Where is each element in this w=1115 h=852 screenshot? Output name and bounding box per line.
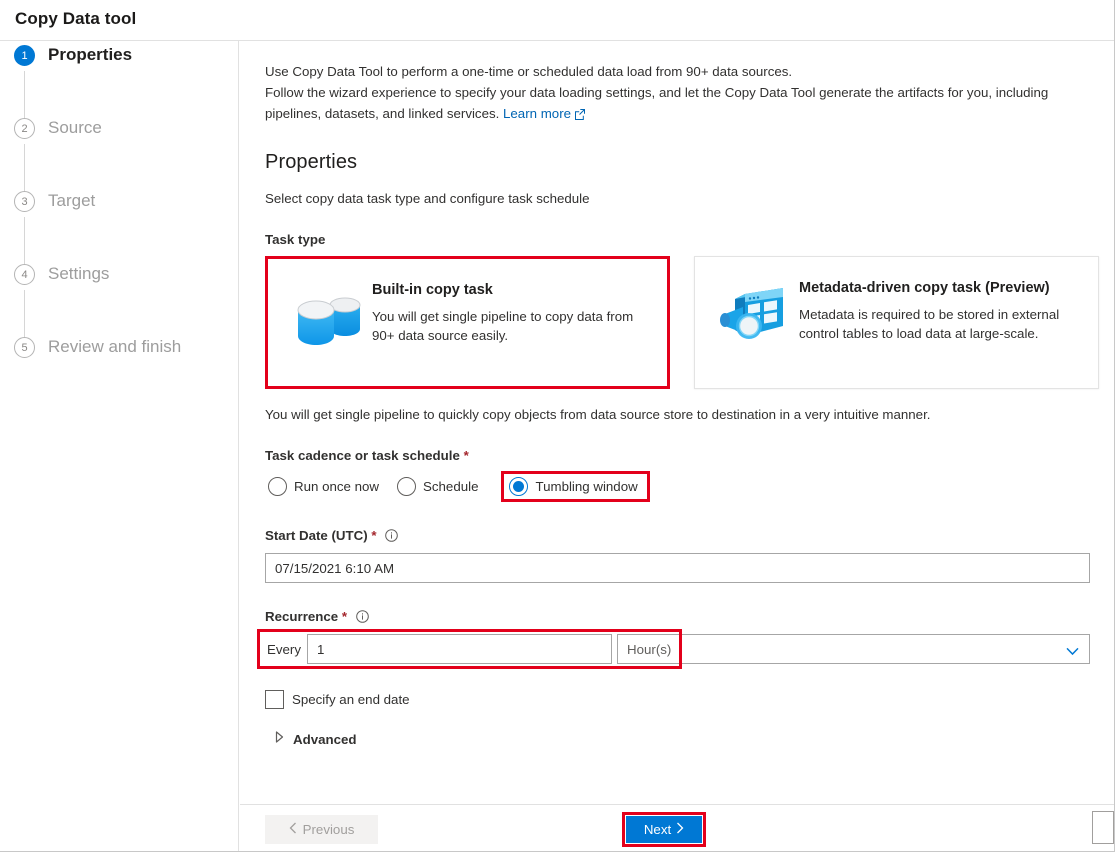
task-cadence-label-text: Task cadence or task schedule xyxy=(265,448,460,463)
next-button-label: Next xyxy=(643,822,672,837)
external-link-icon[interactable] xyxy=(574,105,586,126)
checkbox-label: Specify an end date xyxy=(292,692,410,707)
sidebar-step-target[interactable]: 3 Target xyxy=(0,187,239,269)
previous-button[interactable]: Previous xyxy=(265,815,378,844)
chevron-right-icon xyxy=(275,730,284,748)
properties-page-content: Use Copy Data Tool to perform a one-time… xyxy=(240,41,1114,804)
metadata-table-magnifier-icon xyxy=(711,273,799,363)
intro-line-1: Use Copy Data Tool to perform a one-time… xyxy=(265,64,793,79)
copy-data-tool-window: Copy Data tool 1 Properties 2 Source 3 T… xyxy=(0,0,1115,852)
intro-line-3: pipelines, datasets, and linked services… xyxy=(265,106,500,121)
task-cadence-label: Task cadence or task schedule * xyxy=(265,448,1101,463)
window-title-bar: Copy Data tool xyxy=(0,0,1114,41)
step-number-badge: 4 xyxy=(14,264,35,285)
recurrence-interval-input[interactable] xyxy=(307,634,612,664)
recurrence-row: Every Hour(s) xyxy=(257,629,1090,669)
every-label: Every xyxy=(267,641,301,657)
learn-more-link[interactable]: Learn more xyxy=(503,106,571,121)
step-number-badge: 3 xyxy=(14,191,35,212)
start-date-input[interactable] xyxy=(265,553,1090,583)
sidebar-step-source[interactable]: 2 Source xyxy=(0,114,239,196)
sidebar-step-properties[interactable]: 1 Properties xyxy=(0,41,239,123)
step-number-badge: 1 xyxy=(14,45,35,66)
step-connector-line xyxy=(24,71,25,123)
sidebar-step-review-and-finish[interactable]: 5 Review and finish xyxy=(0,333,239,406)
start-date-label: Start Date (UTC) * xyxy=(265,528,1101,545)
card-title: Built-in copy task xyxy=(372,282,493,298)
card-title: Metadata-driven copy task (Preview) xyxy=(799,280,1050,296)
window-title: Copy Data tool xyxy=(15,9,137,28)
sidebar-step-settings[interactable]: 4 Settings xyxy=(0,260,239,342)
step-label: Review and finish xyxy=(48,337,182,356)
chevron-left-icon xyxy=(289,822,297,837)
wizard-step-list: 1 Properties 2 Source 3 Target 4 Setting… xyxy=(0,41,239,406)
radio-indicator xyxy=(268,477,287,496)
chevron-right-icon xyxy=(676,822,684,837)
advanced-section-toggle[interactable]: Advanced xyxy=(275,730,1101,748)
start-date-label-text: Start Date (UTC) xyxy=(265,528,368,543)
card-description: You will get single pipeline to copy dat… xyxy=(372,309,634,343)
required-marker: * xyxy=(341,609,348,624)
step-connector-line xyxy=(24,290,25,342)
main-panel: Use Copy Data Tool to perform a one-time… xyxy=(240,41,1114,851)
recurrence-unit-dropdown[interactable]: Hour(s) xyxy=(617,634,1090,664)
previous-button-label: Previous xyxy=(302,822,355,837)
info-icon[interactable] xyxy=(385,529,399,545)
radio-indicator xyxy=(397,477,417,496)
chevron-down-icon xyxy=(1066,644,1079,659)
wizard-sidebar: 1 Properties 2 Source 3 Target 4 Setting… xyxy=(0,41,239,851)
task-type-card-group: Built-in copy task You will get single p… xyxy=(265,256,1101,389)
database-cylinders-icon xyxy=(284,275,372,365)
radio-indicator-selected xyxy=(509,477,529,496)
radio-label: Tumbling window xyxy=(535,479,638,494)
intro-text: Use Copy Data Tool to perform a one-time… xyxy=(265,61,1101,126)
step-number-badge: 5 xyxy=(14,337,35,358)
step-label: Target xyxy=(48,191,96,210)
wizard-footer: Previous Next xyxy=(240,804,1114,851)
required-marker: * xyxy=(371,528,377,543)
task-type-card-built-in-copy-task[interactable]: Built-in copy task You will get single p… xyxy=(265,256,670,389)
task-type-note: You will get single pipeline to quickly … xyxy=(265,407,931,422)
card-text-block: Metadata-driven copy task (Preview) Meta… xyxy=(799,273,1082,343)
card-description: Metadata is required to be stored in ext… xyxy=(799,307,1060,341)
step-connector-line xyxy=(24,217,25,269)
radio-run-once-now[interactable]: Run once now xyxy=(266,473,385,500)
radio-schedule[interactable]: Schedule xyxy=(395,473,484,500)
page-title: Properties xyxy=(265,151,358,173)
recurrence-label-text: Recurrence xyxy=(265,609,339,624)
task-type-label: Task type xyxy=(265,232,326,247)
task-type-card-metadata-driven-copy-task[interactable]: Metadata-driven copy task (Preview) Meta… xyxy=(694,256,1099,389)
radio-label: Run once now xyxy=(294,479,380,494)
recurrence-label: Recurrence * xyxy=(265,609,1101,626)
step-label: Properties xyxy=(48,45,133,64)
recurrence-unit-value: Hour(s) xyxy=(627,641,672,657)
radio-tumbling-window[interactable]: Tumbling window xyxy=(501,471,650,502)
step-connector-line xyxy=(24,144,25,196)
specify-end-date-checkbox[interactable]: Specify an end date xyxy=(265,690,1101,709)
intro-line-2: Follow the wizard experience to specify … xyxy=(265,85,1049,100)
step-label: Source xyxy=(48,118,102,137)
radio-label: Schedule xyxy=(423,479,479,494)
next-button[interactable]: Next xyxy=(626,816,702,843)
card-text-block: Built-in copy task You will get single p… xyxy=(372,275,651,345)
next-button-highlight-box: Next xyxy=(622,812,706,847)
step-label: Settings xyxy=(48,264,110,283)
page-subtitle: Select copy data task type and configure… xyxy=(265,191,590,206)
step-number-badge: 2 xyxy=(14,118,35,139)
advanced-label: Advanced xyxy=(293,731,357,747)
task-cadence-radio-group: Run once now Schedule Tumbling window xyxy=(266,471,1101,502)
corner-partial-button[interactable] xyxy=(1092,811,1114,844)
info-icon[interactable] xyxy=(355,610,369,626)
checkbox-indicator xyxy=(265,690,284,709)
required-marker: * xyxy=(463,448,469,463)
